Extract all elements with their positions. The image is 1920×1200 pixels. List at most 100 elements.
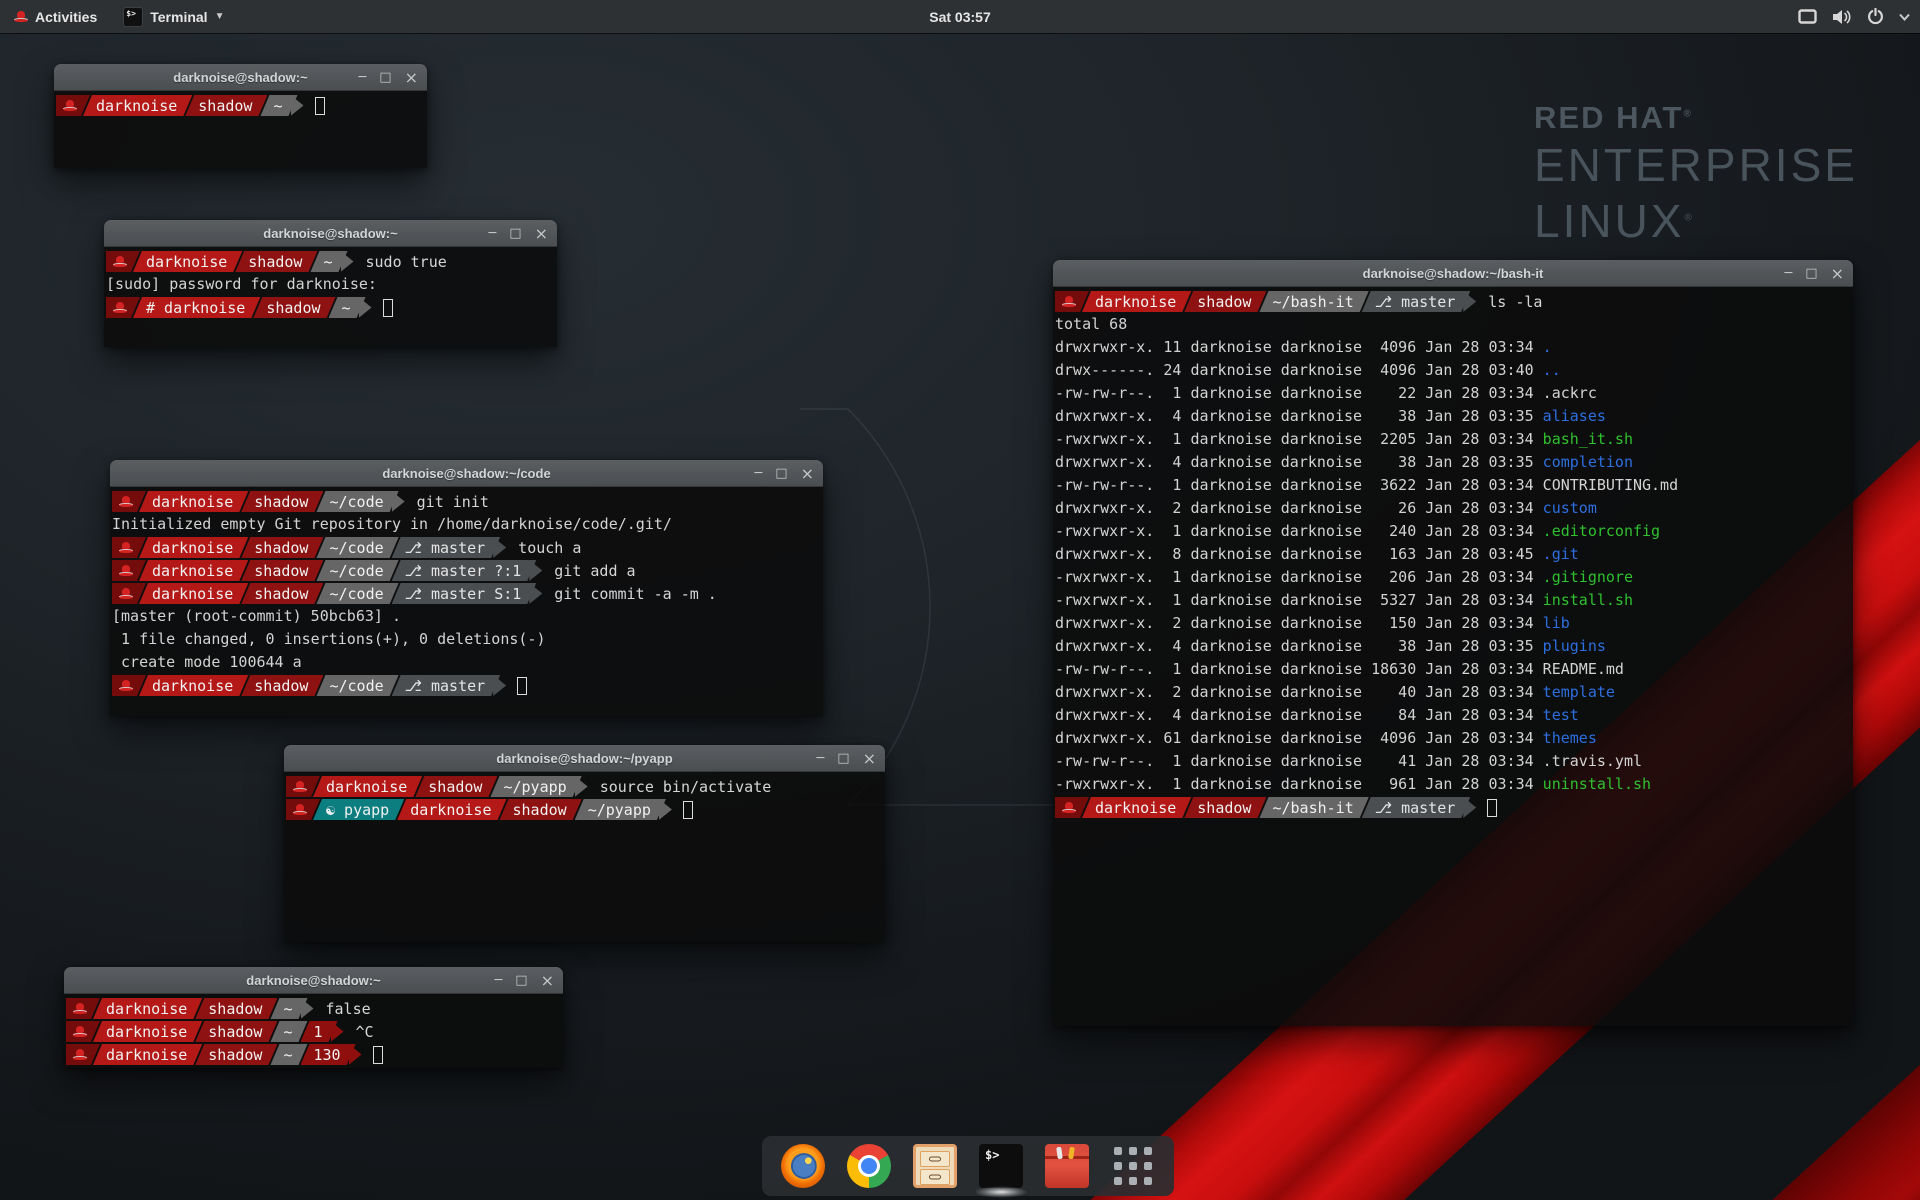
prompt-arrow: [341, 251, 354, 272]
redhat-prompt-icon: [119, 588, 133, 599]
terminal-window[interactable]: darknoise@shadow:~/bash-it─□×darknoisesh…: [1053, 260, 1853, 1026]
prompt-line: darknoiseshadow~: [56, 94, 425, 117]
maximize-button[interactable]: □: [775, 467, 787, 480]
prompt-line: # darknoiseshadow~: [106, 296, 555, 319]
chevron-down-icon[interactable]: [1899, 13, 1910, 21]
app-menu-terminal[interactable]: $> Terminal ▼: [111, 0, 236, 33]
close-button[interactable]: ×: [1831, 266, 1844, 282]
prompt-segment-host: shadow: [195, 998, 277, 1019]
output-line: -rwxrwxr-x. 1 darknoise darknoise 2205 J…: [1055, 428, 1851, 451]
output-line: drwxrwxr-x. 2 darknoise darknoise 150 Ja…: [1055, 612, 1851, 635]
redhat-prompt-icon: [113, 302, 127, 313]
prompt-segment-host: shadow: [195, 1044, 277, 1065]
prompt-segment-path: ~/pyapp: [490, 776, 581, 797]
output-text: drwxrwxr-x. 4 darknoise darknoise 38 Jan…: [1055, 453, 1543, 471]
output-line: drwxrwxr-x. 4 darknoise darknoise 84 Jan…: [1055, 704, 1851, 727]
prompt-segment-path: ~/code: [316, 560, 398, 581]
prompt-arrow: [392, 491, 405, 512]
minimize-button[interactable]: ─: [494, 974, 502, 987]
running-app-indicator: [974, 1186, 1028, 1198]
output-text: drwxrwxr-x. 2 darknoise darknoise 40 Jan…: [1055, 683, 1543, 701]
dock-item-app-grid[interactable]: [1109, 1142, 1157, 1190]
close-button[interactable]: ×: [541, 973, 554, 989]
maximize-button[interactable]: □: [509, 227, 521, 240]
chevron-down-icon: ▼: [215, 11, 225, 22]
dock-item-files[interactable]: [911, 1142, 959, 1190]
prompt-segment-host: shadow: [1184, 797, 1266, 818]
redhat-prompt-icon: [293, 804, 307, 815]
window-titlebar[interactable]: darknoise@shadow:~─□×: [104, 220, 557, 247]
output-line: 1 file changed, 0 insertions(+), 0 delet…: [112, 628, 821, 651]
prompt-segment-user: darknoise: [139, 560, 248, 581]
output-text: drwxrwxr-x. 4 darknoise darknoise 84 Jan…: [1055, 706, 1543, 724]
output-line: drwxrwxr-x. 61 darknoise darknoise 4096 …: [1055, 727, 1851, 750]
close-button[interactable]: ×: [535, 226, 548, 242]
output-line: -rwxrwxr-x. 1 darknoise darknoise 5327 J…: [1055, 589, 1851, 612]
output-line: drwxrwxr-x. 11 darknoise darknoise 4096 …: [1055, 336, 1851, 359]
dock: $>: [762, 1136, 1174, 1196]
output-text: drwxrwxr-x. 2 darknoise darknoise 150 Ja…: [1055, 614, 1543, 632]
terminal-content[interactable]: darknoiseshadow~falsedarknoiseshadow~1^C…: [64, 994, 563, 1068]
activities-button[interactable]: Activities: [0, 0, 111, 33]
clock[interactable]: Sat 03:57: [929, 9, 990, 25]
terminal-window[interactable]: darknoise@shadow:~/code─ □ × darknoiseshado…: [110, 460, 823, 716]
output-text: -rwxrwxr-x. 1 darknoise darknoise 5327 J…: [1055, 591, 1543, 609]
output-line: -rw-rw-r--. 1 darknoise darknoise 41 Jan…: [1055, 750, 1851, 773]
prompt-segment-user: darknoise: [93, 1044, 202, 1065]
power-icon[interactable]: [1867, 8, 1884, 25]
window-titlebar[interactable]: darknoise@shadow:~/pyapp─ □ ×: [284, 745, 885, 772]
window-title: darknoise@shadow:~/code: [110, 466, 823, 481]
screen-icon[interactable]: [1798, 9, 1817, 24]
redhat-icon: [14, 11, 28, 22]
minimize-button[interactable]: ─: [488, 227, 496, 240]
terminal-icon: $>: [123, 7, 143, 27]
terminal-window[interactable]: darknoise@shadow:~─□×darknoiseshadow~sud…: [104, 220, 557, 347]
terminal-content[interactable]: darknoiseshadow~: [54, 91, 427, 168]
window-titlebar[interactable]: darknoise@shadow:~─ □ ×: [64, 967, 563, 994]
window-controls: ─ □ ×: [1784, 260, 1844, 287]
terminal-content[interactable]: darknoiseshadow~/bash-it⎇ masterls -lato…: [1053, 287, 1853, 1026]
output-text: test: [1543, 706, 1579, 724]
output-text: -rw-rw-r--. 1 darknoise darknoise 22 Jan…: [1055, 384, 1597, 402]
output-line: -rwxrwxr-x. 1 darknoise darknoise 206 Ja…: [1055, 566, 1851, 589]
prompt-arrow: [349, 1044, 362, 1065]
maximize-button[interactable]: □: [1805, 267, 1817, 280]
close-button[interactable]: ×: [405, 70, 418, 86]
dock-item-terminal[interactable]: $>: [977, 1142, 1025, 1190]
registered-mark: ®: [1684, 213, 1694, 224]
prompt-segment-git: ⎇ master: [1362, 797, 1471, 818]
output-line: [sudo] password for darknoise:: [106, 273, 555, 296]
maximize-button[interactable]: □: [837, 752, 849, 765]
dock-item-firefox[interactable]: [779, 1142, 827, 1190]
close-button[interactable]: ×: [801, 466, 814, 482]
terminal-content[interactable]: darknoiseshadow~sudo true[sudo] password…: [104, 247, 557, 347]
dock-item-toolbox[interactable]: [1043, 1142, 1091, 1190]
minimize-button[interactable]: ─: [816, 752, 824, 765]
window-title: darknoise@shadow:~: [64, 973, 563, 988]
window-titlebar[interactable]: darknoise@shadow:~/code─ □ ×: [110, 460, 823, 487]
prompt-line: darknoiseshadow~1^C: [66, 1020, 561, 1043]
terminal-content[interactable]: darknoiseshadow~/codegit initInitialized…: [110, 487, 823, 716]
terminal-window[interactable]: darknoise@shadow:~/pyapp─ □ × darknoiseshad…: [284, 745, 885, 942]
terminal-window[interactable]: darknoise@shadow:~─ □ × darknoiseshadow~fal…: [64, 967, 563, 1068]
window-controls: ─ □ ×: [754, 460, 814, 487]
maximize-button[interactable]: □: [515, 974, 527, 987]
window-titlebar[interactable]: darknoise@shadow:~─□×: [54, 64, 427, 91]
terminal-window[interactable]: darknoise@shadow:~─□×darknoiseshadow~: [54, 64, 427, 168]
minimize-button[interactable]: ─: [358, 71, 366, 84]
volume-icon[interactable]: [1832, 9, 1852, 25]
maximize-button[interactable]: □: [379, 71, 391, 84]
window-title: darknoise@shadow:~/pyapp: [284, 751, 885, 766]
prompt-segment-user: darknoise: [93, 998, 202, 1019]
output-text: drwxrwxr-x. 2 darknoise darknoise 26 Jan…: [1055, 499, 1543, 517]
minimize-button[interactable]: ─: [1784, 267, 1792, 280]
dock-item-chrome[interactable]: [845, 1142, 893, 1190]
minimize-button[interactable]: ─: [754, 467, 762, 480]
output-text: lib: [1543, 614, 1570, 632]
command-text: sudo true: [366, 253, 447, 271]
output-text: -rw-rw-r--. 1 darknoise darknoise 3622 J…: [1055, 476, 1678, 494]
close-button[interactable]: ×: [863, 751, 876, 767]
terminal-content[interactable]: darknoiseshadow~/pyappsource bin/activat…: [284, 772, 885, 942]
window-titlebar[interactable]: darknoise@shadow:~/bash-it─□×: [1053, 260, 1853, 287]
prompt-line: ☯ pyappdarknoiseshadow~/pyapp: [286, 798, 883, 821]
